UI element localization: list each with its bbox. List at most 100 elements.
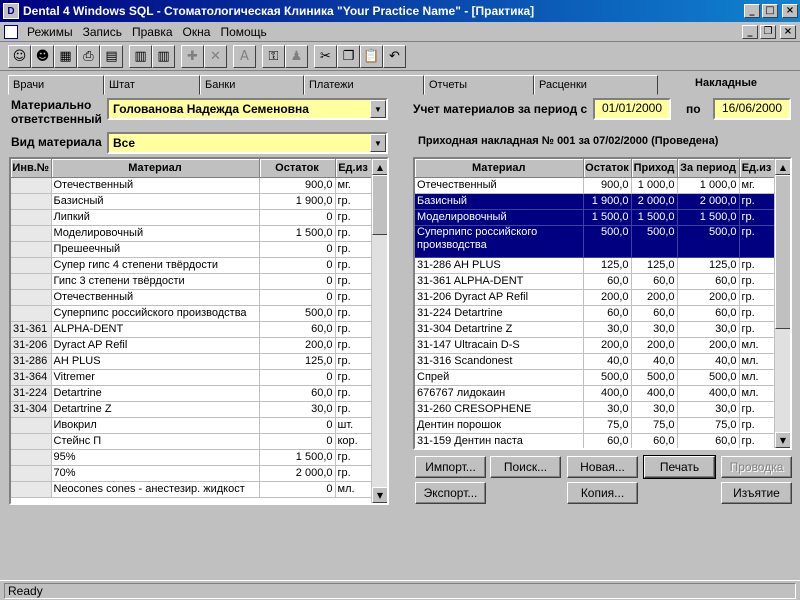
grid-icon[interactable]: ▥: [152, 45, 175, 68]
table-row[interactable]: Отечественный 900,0 мг.: [11, 177, 372, 194]
table-row[interactable]: Отечественный 900,0 1 000,0 1 000,0 мг.: [415, 177, 775, 194]
smiley-icon[interactable]: ☺: [8, 45, 31, 68]
document-icon[interactable]: [4, 24, 18, 39]
maximize-button[interactable]: □: [762, 4, 778, 18]
tab-banks[interactable]: Банки: [200, 75, 304, 95]
menu-edit[interactable]: Правка: [127, 25, 178, 39]
calculator-icon[interactable]: ▦: [54, 45, 77, 68]
table-row[interactable]: 31-224 Detartrine 60,0 гр.: [11, 385, 372, 402]
scroll-thumb[interactable]: [775, 175, 790, 329]
table-row[interactable]: 676767 лидокаин 400,0 400,0 400,0 мл.: [415, 385, 775, 402]
print-button[interactable]: Печать: [643, 455, 716, 479]
chevron-down-icon[interactable]: ▼: [370, 134, 386, 152]
grid-icon[interactable]: ▥: [129, 45, 152, 68]
key-icon[interactable]: ⚿: [262, 45, 285, 68]
tab-doctors[interactable]: Врачи: [8, 75, 104, 95]
add-icon[interactable]: ✚: [181, 45, 204, 68]
scroll-up-arrow[interactable]: ▲: [775, 159, 790, 175]
withdraw-button[interactable]: Изъятие: [721, 482, 792, 504]
smiley-icon[interactable]: ☻: [31, 45, 54, 68]
table-row[interactable]: 31-206 Dyract AP Refil 200,0 гр.: [11, 337, 372, 354]
menu-modes[interactable]: Режимы: [22, 25, 78, 39]
table-row[interactable]: 31-224 Detartrine 60,0 60,0 60,0 гр.: [415, 305, 775, 322]
table-row[interactable]: 31-316 Scandonest 40,0 40,0 40,0 мл.: [415, 353, 775, 370]
table-row[interactable]: Дентин порошок 75,0 75,0 75,0 гр.: [415, 417, 775, 434]
text-icon[interactable]: A: [233, 45, 256, 68]
table-row[interactable]: 31-364 Vitremer 0 гр.: [11, 369, 372, 386]
left-vertical-scrollbar[interactable]: ▲ ▼: [371, 159, 387, 503]
table-row[interactable]: 31-286 AH PLUS 125,0 125,0 125,0 гр.: [415, 257, 775, 274]
minimize-button[interactable]: _: [744, 4, 760, 18]
chevron-down-icon[interactable]: ▼: [370, 100, 386, 118]
table-row[interactable]: 31-361 ALPHA-DENT 60,0 гр.: [11, 321, 372, 338]
table-row[interactable]: 70% 2 000,0 гр.: [11, 465, 372, 482]
tab-reports[interactable]: Отчеты: [424, 75, 534, 95]
scroll-up-arrow[interactable]: ▲: [372, 159, 387, 175]
table-row[interactable]: Базисный 1 900,0 2 000,0 2 000,0 гр.: [415, 193, 775, 210]
bell-icon[interactable]: ♟: [285, 45, 308, 68]
printer-icon[interactable]: ⎙: [77, 45, 100, 68]
table-row[interactable]: Ивокрил 0 шт.: [11, 417, 372, 434]
menu-record[interactable]: Запись: [78, 25, 127, 39]
search-button[interactable]: Поиск...: [490, 456, 561, 478]
table-row[interactable]: Прешеечный 0 гр.: [11, 241, 372, 258]
import-button[interactable]: Импорт...: [415, 456, 486, 478]
table-row[interactable]: Суперпипс российского производства 500,0 5…: [415, 225, 775, 258]
col-header-rest[interactable]: Остаток: [583, 159, 632, 178]
copy-icon[interactable]: ❐: [337, 45, 360, 68]
col-header-rest[interactable]: Остаток: [259, 159, 336, 178]
tab-invoices[interactable]: Накладные: [658, 75, 794, 95]
post-button[interactable]: Проводка: [721, 456, 792, 478]
col-header-unit[interactable]: Ед.из: [739, 159, 775, 178]
undo-icon[interactable]: ↶: [383, 45, 406, 68]
table-row[interactable]: 31-286 AH PLUS 125,0 гр.: [11, 353, 372, 370]
scroll-down-arrow[interactable]: ▼: [775, 432, 790, 448]
col-header-inv[interactable]: Инв.№: [11, 159, 52, 178]
table-row[interactable]: 31-361 ALPHA-DENT 60,0 60,0 60,0 гр.: [415, 273, 775, 290]
mdi-close-button[interactable]: ×: [780, 24, 796, 39]
table-row[interactable]: 31-147 Ultracain D-S 200,0 200,0 200,0 мл.: [415, 337, 775, 354]
table-row[interactable]: Neocones cones - анестезир. жидкост 0 мл.: [11, 481, 372, 498]
document-icon[interactable]: ▤: [100, 45, 123, 68]
delete-icon[interactable]: ✕: [204, 45, 227, 68]
materials-grid[interactable]: Инв.№ Материал Остаток Ед.из Отечественн…: [9, 157, 389, 505]
col-header-material[interactable]: Материал: [51, 159, 260, 178]
new-button[interactable]: Новая...: [567, 456, 638, 478]
table-row[interactable]: 31-159 Дентин паста 60,0 60,0 60,0 гр.: [415, 433, 775, 448]
tab-prices[interactable]: Расценки: [534, 75, 658, 95]
table-row[interactable]: Липкий 0 гр.: [11, 209, 372, 226]
close-button[interactable]: ×: [782, 4, 798, 18]
table-row[interactable]: Суперпипс российского производства 500,0 г…: [11, 305, 372, 322]
table-row[interactable]: Базисный 1 900,0 гр.: [11, 193, 372, 210]
menu-help[interactable]: Помощь: [215, 25, 271, 39]
table-row[interactable]: 95% 1 500,0 гр.: [11, 449, 372, 466]
invoice-grid[interactable]: Материал Остаток Приход За период Ед.из …: [413, 157, 792, 450]
tab-payments[interactable]: Платежи: [304, 75, 424, 95]
mdi-restore-button[interactable]: ❐: [760, 24, 776, 39]
table-row[interactable]: Стейнс П 0 кор.: [11, 433, 372, 450]
right-vertical-scrollbar[interactable]: ▲ ▼: [774, 159, 790, 448]
table-row[interactable]: 31-206 Dyract AP Refil 200,0 200,0 200,0 гр.: [415, 289, 775, 306]
table-row[interactable]: 31-304 Detartrine Z 30,0 30,0 30,0 гр.: [415, 321, 775, 338]
col-header-income[interactable]: Приход: [631, 159, 678, 178]
table-row[interactable]: 31-304 Detartrine Z 30,0 гр.: [11, 401, 372, 418]
app-icon[interactable]: D: [3, 3, 19, 19]
date-from-field[interactable]: 01/01/2000: [593, 98, 671, 120]
table-row[interactable]: Моделировочный 1 500,0 гр.: [11, 225, 372, 242]
date-to-field[interactable]: 16/06/2000: [713, 98, 791, 120]
col-header-material[interactable]: Материал: [415, 159, 584, 178]
table-row[interactable]: Супер гипс 4 степени твёрдости 0 гр.: [11, 257, 372, 274]
col-header-unit[interactable]: Ед.из: [335, 159, 372, 178]
copy-button[interactable]: Копия...: [567, 482, 638, 504]
cut-icon[interactable]: ✂: [314, 45, 337, 68]
tab-staff[interactable]: Штат: [104, 75, 200, 95]
export-button[interactable]: Экспорт...: [415, 482, 486, 504]
material-type-combo[interactable]: Все ▼: [107, 132, 388, 154]
table-row[interactable]: Спрей 500,0 500,0 500,0 мл.: [415, 369, 775, 386]
table-row[interactable]: Моделировочный 1 500,0 1 500,0 1 500,0 гр.: [415, 209, 775, 226]
table-row[interactable]: 31-260 CRESOPHENE 30,0 30,0 30,0 гр.: [415, 401, 775, 418]
col-header-period[interactable]: За период: [677, 159, 740, 178]
table-row[interactable]: Гипс 3 степени твёрдости 0 гр.: [11, 273, 372, 290]
scroll-down-arrow[interactable]: ▼: [372, 487, 387, 503]
menu-windows[interactable]: Окна: [178, 25, 216, 39]
